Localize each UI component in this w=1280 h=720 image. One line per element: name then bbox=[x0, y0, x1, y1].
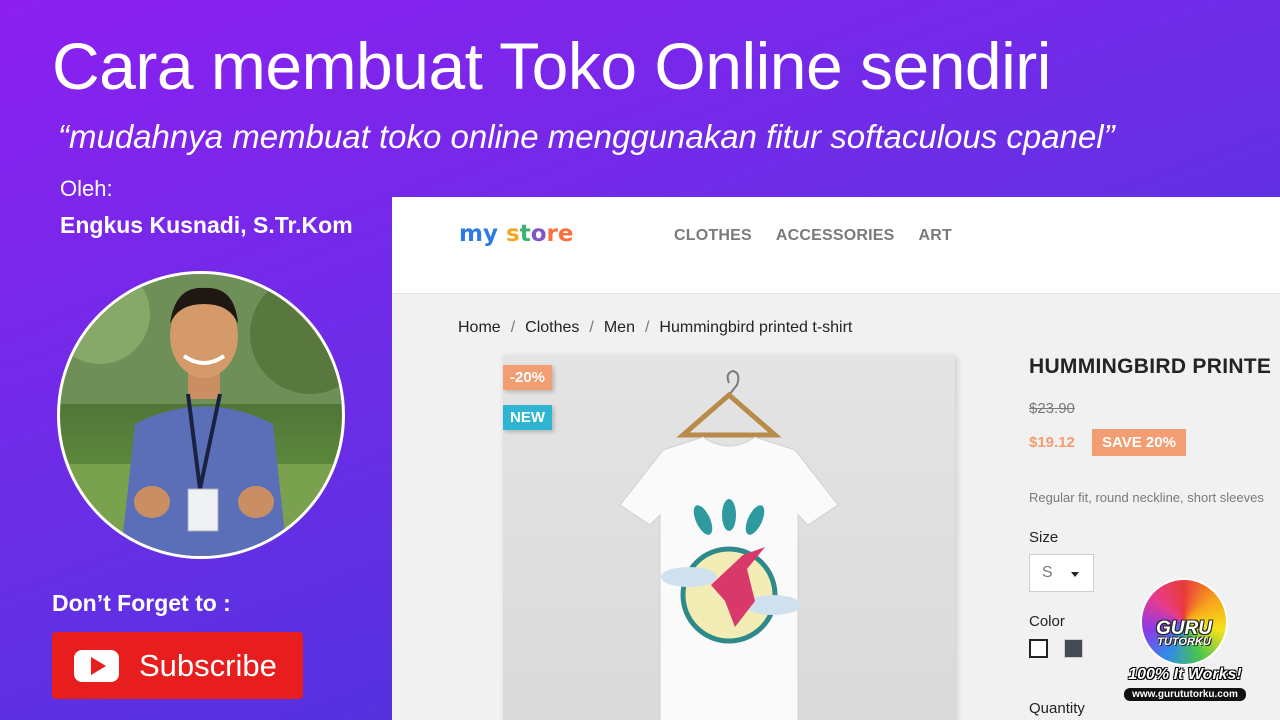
color-swatch-white[interactable] bbox=[1029, 639, 1048, 658]
by-label: Oleh: bbox=[60, 176, 113, 201]
breadcrumb: Home / Clothes / Men / Hummingbird print… bbox=[458, 319, 852, 337]
size-select[interactable]: S bbox=[1029, 554, 1094, 592]
color-swatch-grey[interactable] bbox=[1064, 639, 1083, 658]
avatar bbox=[57, 271, 345, 559]
slide-subtitle: “mudahnya membuat toko online menggunaka… bbox=[58, 118, 1115, 155]
nav-item-clothes[interactable]: CLOTHES bbox=[674, 227, 752, 245]
color-label: Color bbox=[1029, 613, 1065, 630]
breadcrumb-separator: / bbox=[589, 319, 594, 336]
size-value: S bbox=[1042, 564, 1053, 581]
store-logo[interactable]: my store bbox=[459, 221, 573, 247]
product-title: HUMMINGBIRD PRINTE bbox=[1029, 355, 1272, 378]
discount-flag: -20% bbox=[503, 365, 553, 390]
product-description: Regular fit, round neckline, short sleev… bbox=[1029, 490, 1264, 505]
watermark-url: www.gurututorku.com bbox=[1124, 688, 1246, 701]
author-name: Engkus Kusnadi, S.Tr.Kom bbox=[60, 212, 353, 238]
youtube-play-icon bbox=[74, 649, 119, 682]
watermark-brand-sub: TUTORKU bbox=[1157, 636, 1211, 648]
quantity-label: Quantity bbox=[1029, 700, 1085, 717]
new-flag: NEW bbox=[503, 405, 552, 430]
product-image[interactable]: -20% NEW bbox=[503, 355, 955, 720]
reminder-text: Don’t Forget to : bbox=[52, 590, 231, 616]
size-label: Size bbox=[1029, 529, 1059, 546]
save-badge: SAVE 20% bbox=[1092, 429, 1186, 456]
store-header: my store CLOTHES ACCESSORIES ART bbox=[392, 197, 1280, 294]
breadcrumb-separator: / bbox=[644, 319, 650, 336]
regular-price: $23.90 bbox=[1029, 400, 1075, 417]
gurututorku-watermark: GURU TUTORKU 100% It Works! www.gurututo… bbox=[1118, 578, 1252, 704]
watermark-tagline: 100% It Works! bbox=[1128, 666, 1242, 683]
subscribe-button[interactable]: Subscribe bbox=[52, 632, 303, 699]
current-price: $19.12 bbox=[1029, 434, 1075, 451]
breadcrumb-current: Hummingbird printed t-shirt bbox=[659, 319, 853, 336]
store-nav: CLOTHES ACCESSORIES ART bbox=[674, 227, 952, 245]
caret-down-icon bbox=[1071, 572, 1079, 577]
breadcrumb-home[interactable]: Home bbox=[458, 319, 501, 337]
subscribe-label: Subscribe bbox=[139, 647, 277, 683]
tshirt-image bbox=[619, 369, 839, 720]
nav-item-art[interactable]: ART bbox=[919, 227, 952, 245]
slide-title: Cara membuat Toko Online sendiri bbox=[52, 29, 1051, 103]
breadcrumb-separator: / bbox=[510, 319, 516, 336]
breadcrumb-men[interactable]: Men bbox=[604, 319, 635, 337]
nav-item-accessories[interactable]: ACCESSORIES bbox=[776, 227, 895, 245]
breadcrumb-clothes[interactable]: Clothes bbox=[525, 319, 579, 337]
